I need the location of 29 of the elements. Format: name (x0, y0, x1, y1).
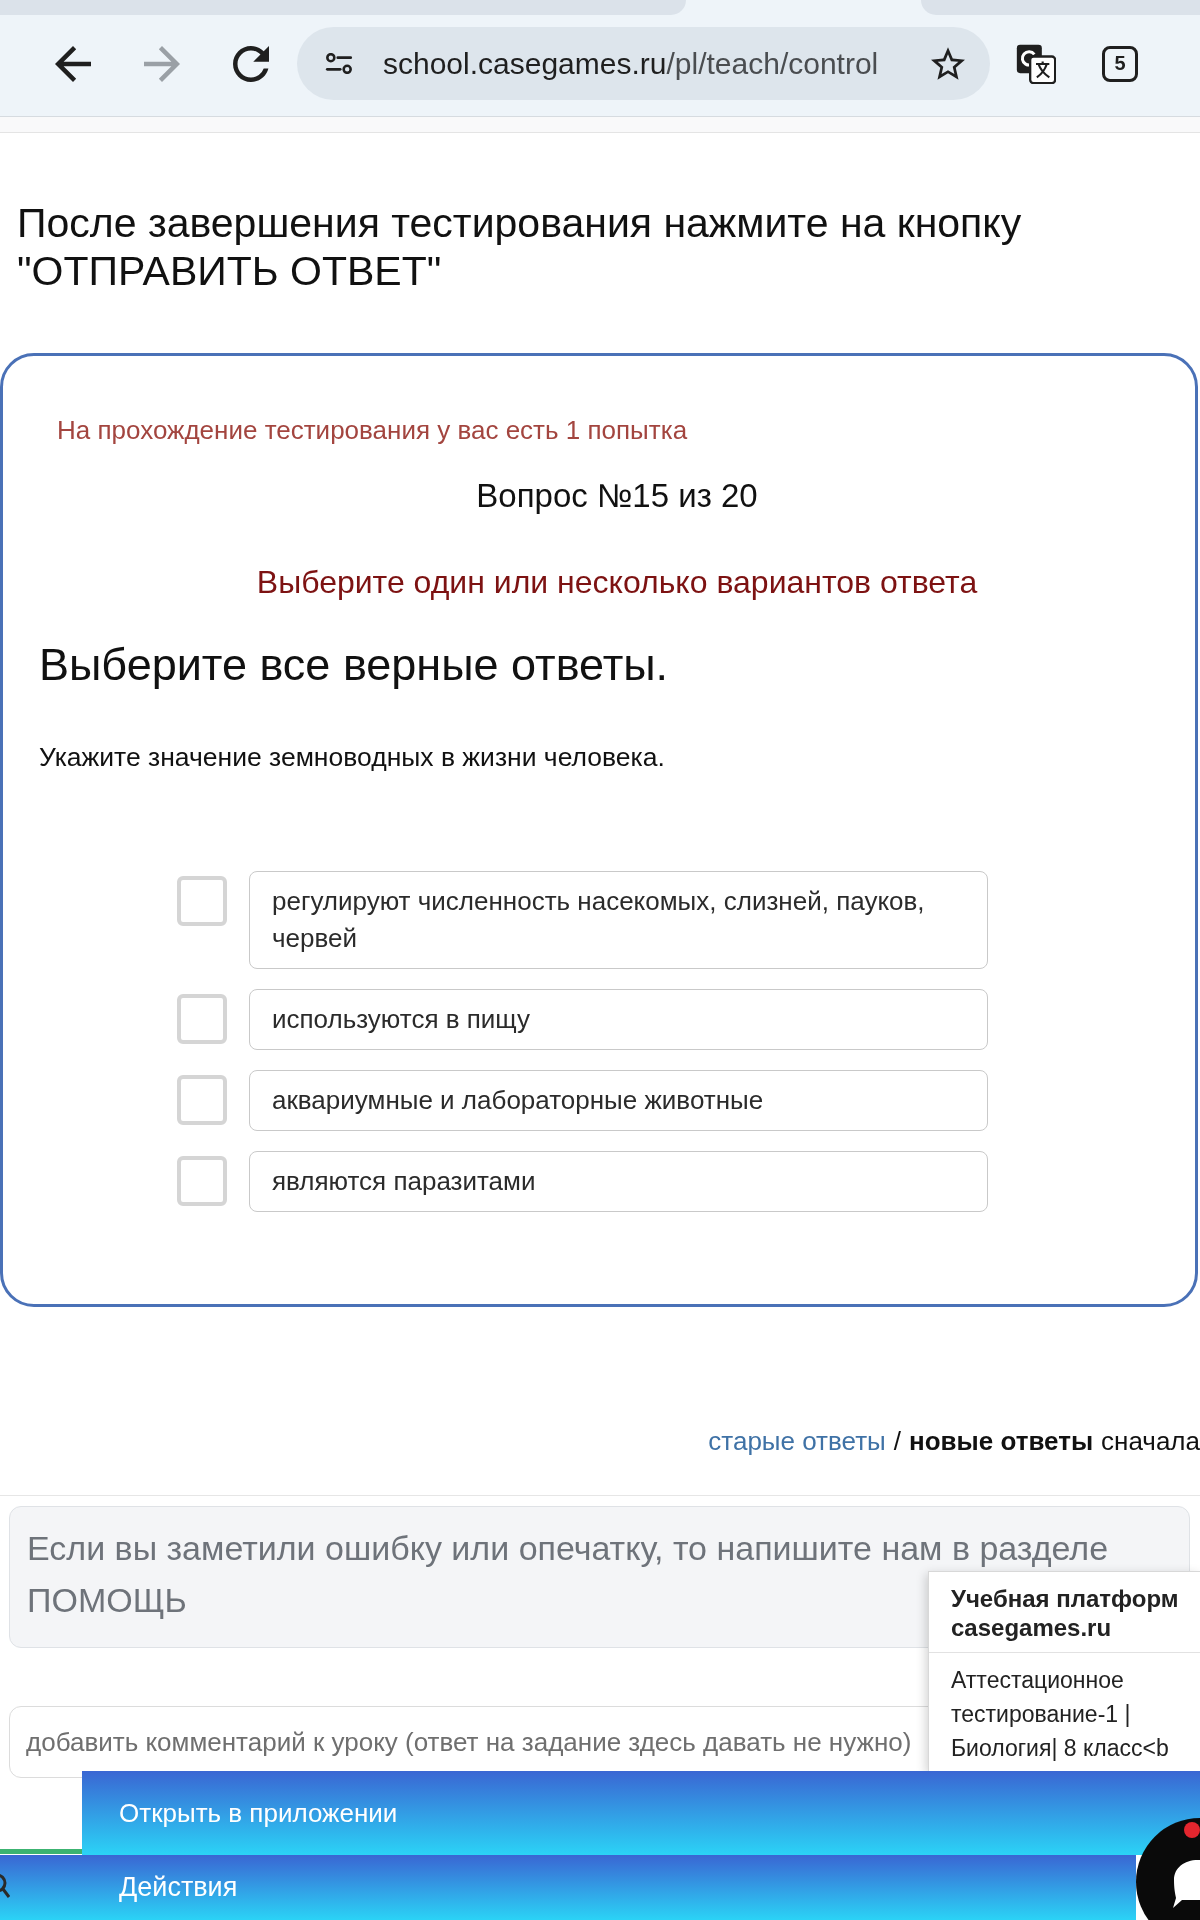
reload-icon[interactable] (233, 45, 269, 82)
separator-text: / (893, 1425, 901, 1458)
answer-option[interactable]: аквариумные и лабораторные животные (249, 1070, 988, 1131)
attempts-note: На прохождение тестирования у вас есть 1 попытка (57, 415, 689, 445)
checkbox[interactable] (177, 994, 227, 1044)
bookmark-star-icon[interactable] (931, 47, 965, 80)
back-arrow-icon[interactable] (55, 45, 91, 82)
question-text: Укажите значение земноводных в жизни человека. (39, 741, 666, 773)
instruction-heading: После завершения тестирования нажмите на кнопку "ОТПРАВИТЬ ОТВЕТ" (16, 199, 1023, 295)
translate-icon[interactable] (1016, 43, 1056, 84)
question-title: Выберите все верные ответы. (39, 639, 670, 691)
popup-title: Учебная платформ casegames.ru (929, 1572, 1200, 1653)
answer-option[interactable]: являются паразитами (249, 1151, 988, 1212)
url-text[interactable]: school.casegames.ru/pl/teach/control (383, 46, 931, 81)
sort-link[interactable]: новые ответы (909, 1424, 1094, 1458)
answer-option[interactable]: регулируют численность насекомых, слизней, пауков, червей (249, 871, 988, 969)
question-counter: Вопрос №15 из 20 (475, 476, 759, 516)
answer-option[interactable]: используются в пищу (249, 989, 988, 1050)
sort-link[interactable]: старые ответы (708, 1424, 886, 1458)
answer-hint: Выберите один или несколько вариантов ответа (255, 563, 979, 601)
checkbox[interactable] (177, 1075, 227, 1125)
tab-count-button[interactable]: 5 (1102, 45, 1138, 82)
checkbox[interactable] (177, 876, 227, 926)
checkbox[interactable] (177, 1156, 227, 1206)
site-settings-icon[interactable] (325, 53, 353, 74)
sort-suffix-text: сначала (1101, 1425, 1200, 1458)
address-bar[interactable]: school.casegames.ru/pl/teach/control (297, 27, 990, 100)
chat-bubble-icon[interactable] (1136, 1818, 1200, 1920)
notification-popup[interactable]: Учебная платформ casegames.ru Аттестационное тестирование-1 | Биология| 8 класс<b (928, 1571, 1200, 1771)
